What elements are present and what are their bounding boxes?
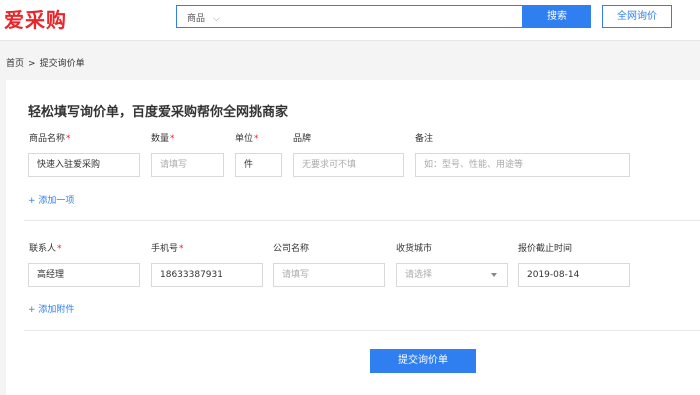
brand-field[interactable]: 无要求可不填 — [293, 153, 404, 177]
company-field[interactable]: 请填写 — [273, 263, 385, 287]
search-category-select[interactable]: 商品 ⌵ — [187, 11, 220, 24]
quantity-field[interactable]: 请填写 — [151, 153, 224, 177]
search-box[interactable]: 商品 ⌵ — [176, 5, 523, 28]
breadcrumb-separator: > — [28, 59, 36, 69]
inquiry-form-card: 轻松填写询价单，百度爱采购帮你全网挑商家 商品名称* 数量* 单位* 品牌 备注… — [6, 80, 700, 395]
search-category-label: 商品 — [187, 14, 206, 24]
section-divider — [24, 220, 700, 221]
deadline-label: 报价截止时间 — [518, 244, 573, 254]
breadcrumb: 首页 > 提交询价单 — [6, 56, 89, 69]
logo[interactable]: 爱采购 — [4, 4, 67, 33]
unit-label: 单位* — [235, 134, 259, 144]
form-heading: 轻松填写询价单，百度爱采购帮你全网挑商家 — [28, 105, 289, 120]
contact-label: 联系人* — [29, 244, 62, 254]
contact-field[interactable]: 高经理 — [28, 263, 140, 287]
section-divider — [24, 330, 700, 331]
city-select[interactable]: 请选择 — [396, 263, 508, 287]
quantity-label: 数量* — [151, 134, 175, 144]
note-label: 备注 — [415, 134, 434, 144]
breadcrumb-home[interactable]: 首页 — [6, 59, 24, 69]
company-label: 公司名称 — [273, 244, 310, 254]
unit-field[interactable]: 件 — [235, 153, 282, 177]
breadcrumb-current: 提交询价单 — [39, 59, 85, 69]
submit-inquiry-button[interactable]: 提交询价单 — [370, 349, 476, 373]
city-label: 收货城市 — [396, 244, 433, 254]
chevron-down-icon: ⌵ — [213, 14, 220, 24]
brand-label: 品牌 — [293, 134, 312, 144]
phone-label: 手机号* — [151, 244, 184, 254]
note-field[interactable]: 如：型号、性能、用途等 — [415, 153, 630, 177]
search-button[interactable]: 搜索 — [523, 5, 591, 28]
all-inquiry-button[interactable]: 全网询价 — [602, 5, 672, 28]
deadline-date-field[interactable]: 2019-08-14 — [518, 263, 630, 287]
add-attachment-link[interactable]: + 添加附件 — [28, 302, 74, 315]
city-select-placeholder: 请选择 — [405, 270, 433, 280]
add-item-link[interactable]: + 添加一项 — [28, 193, 74, 206]
phone-field[interactable]: 18633387931 — [151, 263, 263, 287]
product-name-field[interactable]: 快速入驻爱采购 — [28, 153, 140, 177]
product-name-label: 商品名称* — [29, 134, 71, 144]
caret-down-icon — [491, 273, 497, 277]
top-bar: 爱采购 商品 ⌵ 搜索 全网询价 — [0, 0, 700, 41]
